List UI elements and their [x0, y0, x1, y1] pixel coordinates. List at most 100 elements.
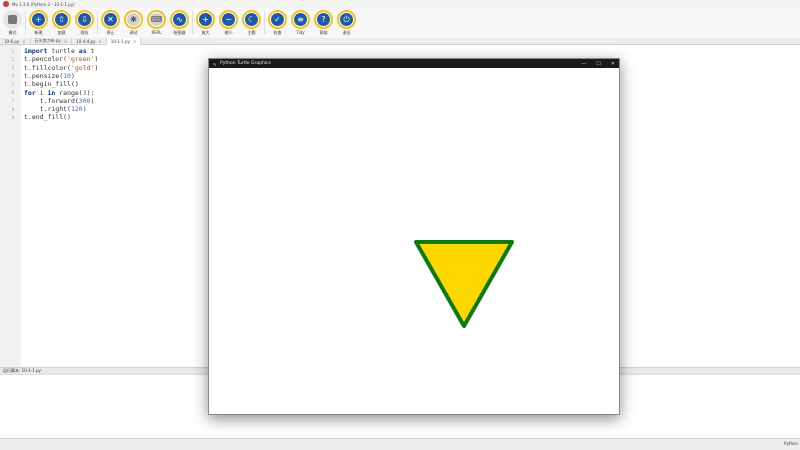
- toolbar-button-label: 停止: [106, 30, 115, 35]
- toolbar-button-label: REPL: [151, 30, 162, 35]
- upload-icon: ⇧: [55, 13, 68, 26]
- code-line[interactable]: 9 t.end_fill(): [0, 113, 71, 121]
- mode-icon: [3, 10, 22, 29]
- minimize-button[interactable]: —: [581, 61, 586, 67]
- tab-close-icon[interactable]: ✕: [133, 39, 136, 44]
- tab-close-icon[interactable]: ✕: [98, 39, 101, 44]
- toolbar-button-11[interactable]: ✓ 检查: [266, 8, 289, 38]
- toolbar-button-0[interactable]: 模式: [1, 8, 24, 38]
- toolbar-button-label: 检查: [273, 30, 282, 35]
- tab-close-icon[interactable]: ✕: [64, 39, 67, 44]
- toolbar-button-10[interactable]: ☾ 主题: [240, 8, 263, 38]
- feather-icon: ✎: [213, 61, 217, 67]
- tab-label: 石头剪刀布.py: [34, 38, 61, 43]
- tab-3[interactable]: 10-1-1.py ✕: [106, 37, 142, 45]
- toolbar-button-2[interactable]: ⇧ 加载: [50, 8, 73, 38]
- code-text: t.forward(300): [24, 96, 95, 105]
- bug-icon: ✱: [127, 13, 140, 26]
- stop-icon: ✕: [104, 13, 117, 26]
- code-text: t.right(120): [24, 105, 87, 114]
- file-tabs: 10-6.py ✕ 石头剪刀布.py ✕ 10-4-4.py ✕ 10-1-1.py ✕: [0, 37, 800, 45]
- download-icon: ⇩: [78, 13, 91, 26]
- toolbar-separator: [25, 12, 26, 34]
- window-title: Mu 1.2.0 (Python 3 - 10-1-1.py): [12, 1, 75, 7]
- tab-0[interactable]: 10-6.py ✕: [0, 37, 31, 45]
- code-text: import turtle as t: [24, 47, 95, 55]
- app-logo-icon: [3, 1, 9, 7]
- toolbar-button-label: 绘图器: [173, 30, 186, 35]
- turtle-canvas[interactable]: [210, 69, 618, 414]
- code-text: t.end_fill(): [24, 113, 71, 122]
- code-line[interactable]: 2 t.pencolor('green'): [0, 55, 99, 63]
- line-number: 6: [11, 90, 14, 95]
- tab-2[interactable]: 10-4-4.py ✕: [72, 37, 107, 45]
- toolbar-button-4[interactable]: ✕ 停止: [99, 8, 122, 38]
- tab-1[interactable]: 石头剪刀布.py ✕: [31, 37, 73, 45]
- toolbar-button-label: 加载: [57, 30, 66, 35]
- toolbar-separator: [97, 12, 98, 34]
- maximize-button[interactable]: ☐: [596, 61, 600, 67]
- turtle-window-title: Python Turtle Graphics: [220, 61, 271, 66]
- mode-indicator[interactable]: Python: [784, 441, 798, 446]
- toolbar-button-label: 退出: [342, 30, 351, 35]
- plus-icon: +: [32, 13, 45, 26]
- plotter-icon: ∿: [173, 13, 186, 26]
- toolbar-separator: [264, 12, 265, 34]
- toolbar-button-label: 放大: [201, 30, 210, 35]
- toolbar-button-label: 模式: [8, 30, 17, 35]
- code-text: t.pencolor('green'): [24, 55, 99, 64]
- code-line[interactable]: 6 for i in range(3):: [0, 89, 95, 97]
- toolbar-button-1[interactable]: + 新建: [27, 8, 50, 38]
- toolbar-button-6[interactable]: ⌨ REPL: [145, 8, 168, 38]
- moon-icon: ☾: [245, 13, 258, 26]
- toolbar-separator: [192, 12, 193, 34]
- power-icon: ⏻: [340, 13, 353, 26]
- turtle-drawing: [414, 240, 514, 328]
- line-number: 1: [11, 48, 14, 54]
- code-line[interactable]: 3 t.fillcolor('gold'): [0, 64, 99, 72]
- toolbar-button-5[interactable]: ✱ 调试: [122, 8, 145, 38]
- toolbar-button-label: 缩小: [224, 30, 233, 35]
- tab-label: 10-4-4.py: [76, 38, 96, 44]
- zoom-out-icon: −: [222, 13, 235, 26]
- toolbar-button-13[interactable]: ? 帮助: [312, 8, 335, 38]
- toolbar-button-9[interactable]: − 缩小: [217, 8, 240, 38]
- help-icon: ?: [317, 13, 330, 26]
- toolbar-button-label: 新建: [34, 30, 43, 35]
- line-number: 2: [11, 56, 14, 62]
- line-number: 4: [11, 73, 14, 79]
- thumbs-up-icon: ✓: [271, 13, 284, 26]
- turtle-graphics-window[interactable]: ✎ Python Turtle Graphics — ☐ ✕: [208, 58, 620, 415]
- toolbar: 模式 + 新建 ⇧ 加载 ⇩ 保存 ✕ 停止 ✱ 调试 ⌨ REPL ∿ 绘图器 + 放大 − 缩小 ☾ 主题 ✓ 检查 ≡ T…: [0, 8, 800, 38]
- line-number: 5: [11, 81, 14, 87]
- turtle-window-titlebar[interactable]: ✎ Python Turtle Graphics — ☐ ✕: [209, 59, 619, 68]
- line-number: 7: [11, 98, 14, 104]
- toolbar-button-label: 保存: [80, 30, 89, 35]
- gold-triangle: [414, 240, 514, 328]
- code-line[interactable]: 1 import turtle as t: [0, 47, 95, 55]
- line-number: 3: [11, 65, 14, 71]
- code-text: t.pensize(10): [24, 71, 75, 80]
- tab-label: 10-6.py: [4, 38, 20, 44]
- toolbar-button-14[interactable]: ⏻ 退出: [335, 8, 358, 38]
- title-bar: Mu 1.2.0 (Python 3 - 10-1-1.py): [0, 0, 800, 8]
- toolbar-button-label: Tidy: [296, 30, 305, 35]
- code-text: t.fillcolor('gold'): [24, 63, 99, 72]
- toolbar-button-12[interactable]: ≡ Tidy: [289, 8, 312, 38]
- toolbar-button-label: 调试: [129, 30, 138, 35]
- code-line[interactable]: 7 t.forward(300): [0, 97, 95, 105]
- line-number: 9: [11, 114, 14, 120]
- code-line[interactable]: 8 t.right(120): [0, 105, 87, 113]
- close-button[interactable]: ✕: [611, 61, 615, 67]
- code-line[interactable]: 5 t.begin_fill(): [0, 80, 79, 88]
- code-line[interactable]: 4 t.pensize(10): [0, 72, 75, 80]
- toolbar-button-7[interactable]: ∿ 绘图器: [168, 8, 191, 38]
- code-text: t.begin_fill(): [24, 80, 79, 89]
- keyboard-icon: ⌨: [150, 13, 163, 26]
- toolbar-button-8[interactable]: + 放大: [194, 8, 217, 38]
- line-number: 8: [11, 106, 14, 112]
- toolbar-button-3[interactable]: ⇩ 保存: [73, 8, 96, 38]
- tab-close-icon[interactable]: ✕: [22, 39, 25, 44]
- zoom-in-icon: +: [199, 13, 212, 26]
- toolbar-button-label: 主题: [247, 30, 256, 35]
